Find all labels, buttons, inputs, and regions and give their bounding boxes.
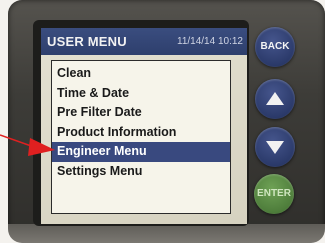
down-arrow-icon xyxy=(266,141,284,154)
device-bottom-edge xyxy=(8,224,325,243)
enter-button-label: ENTER xyxy=(257,188,291,199)
photo-stage: USER MENU 11/14/14 10:12 Clean Time & Da… xyxy=(0,0,325,243)
back-button[interactable]: BACK xyxy=(255,27,295,67)
back-button-label: BACK xyxy=(260,41,290,52)
red-arrow-pointer-icon xyxy=(0,134,55,156)
up-arrow-icon xyxy=(266,92,284,105)
screen-title: USER MENU xyxy=(47,34,127,49)
menu-item-clean[interactable]: Clean xyxy=(52,64,230,84)
menu-list-box: Clean Time & Date Pre Filter Date Produc… xyxy=(51,60,231,214)
menu-item-engineer-menu[interactable]: Engineer Menu xyxy=(52,142,230,162)
up-button[interactable] xyxy=(255,79,295,119)
menu-item-product-information[interactable]: Product Information xyxy=(52,123,230,143)
screen-datetime: 11/14/14 10:12 xyxy=(177,36,243,47)
menu-item-time-date[interactable]: Time & Date xyxy=(52,84,230,104)
lcd-screen: USER MENU 11/14/14 10:12 Clean Time & Da… xyxy=(41,28,247,224)
screen-header: USER MENU 11/14/14 10:12 xyxy=(41,28,247,55)
menu-item-settings-menu[interactable]: Settings Menu xyxy=(52,162,230,182)
menu-item-pre-filter-date[interactable]: Pre Filter Date xyxy=(52,103,230,123)
menu-list: Clean Time & Date Pre Filter Date Produc… xyxy=(52,61,230,181)
down-button[interactable] xyxy=(255,127,295,167)
enter-button[interactable]: ENTER xyxy=(254,174,294,214)
